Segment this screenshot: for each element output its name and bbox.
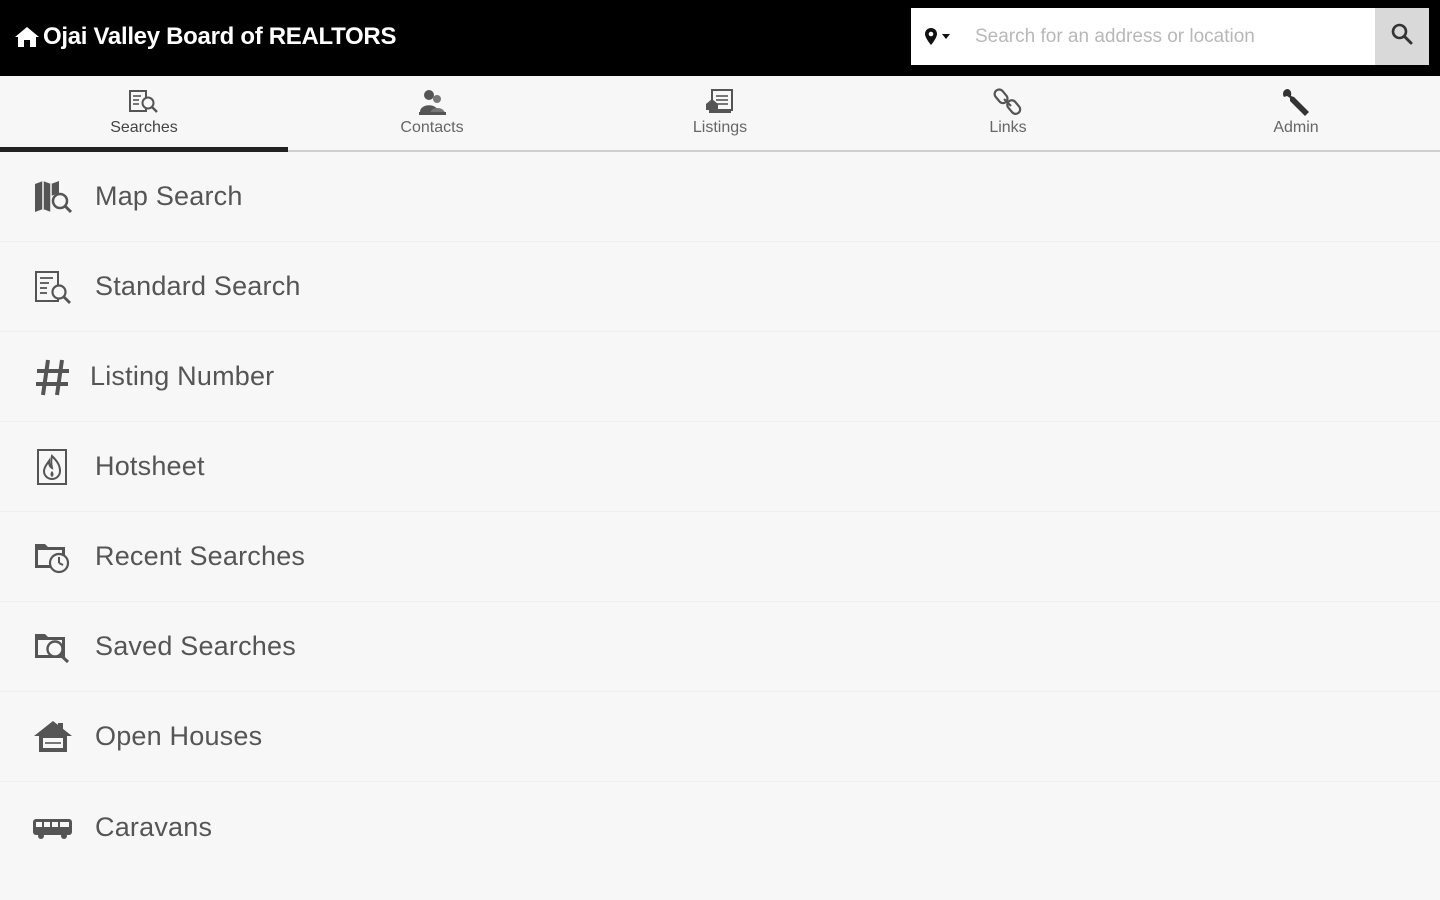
- caret-down-icon: [942, 33, 950, 40]
- links-icon: [990, 86, 1026, 118]
- hash-icon: [32, 356, 74, 398]
- map-pin-icon: [924, 27, 938, 47]
- brand-home-link[interactable]: Ojai Valley Board of REALTORS: [14, 21, 396, 53]
- address-search-input[interactable]: [963, 8, 1375, 65]
- magnifier-icon: [1391, 23, 1413, 50]
- menu-item-recent-searches[interactable]: Recent Searches: [0, 512, 1440, 602]
- tab-label: Searches: [110, 119, 178, 136]
- map-search-icon: [32, 176, 74, 218]
- menu-item-label: Map Search: [95, 181, 243, 211]
- caravan-icon: [32, 806, 74, 848]
- recent-searches-icon: [32, 536, 74, 578]
- menu-item-listing-number[interactable]: Listing Number: [0, 332, 1440, 422]
- standard-search-icon: [32, 266, 74, 308]
- menu-item-label: Open Houses: [95, 721, 263, 751]
- menu-item-saved-searches[interactable]: Saved Searches: [0, 602, 1440, 692]
- location-type-dropdown[interactable]: [911, 8, 963, 65]
- menu-item-standard-search[interactable]: Standard Search: [0, 242, 1440, 332]
- tab-contacts[interactable]: Contacts: [288, 76, 576, 150]
- tab-links[interactable]: Links: [864, 76, 1152, 150]
- tab-label: Contacts: [400, 119, 464, 136]
- home-icon: [14, 25, 40, 49]
- listings-icon: [702, 86, 738, 118]
- menu-item-open-houses[interactable]: Open Houses: [0, 692, 1440, 782]
- searches-menu: Map Search Standard Search Listing Numbe…: [0, 152, 1440, 872]
- top-header: Ojai Valley Board of REALTORS: [0, 0, 1440, 76]
- wrench-icon: [1278, 86, 1314, 118]
- hotsheet-icon: [32, 446, 74, 488]
- searches-icon: [126, 86, 162, 118]
- saved-searches-icon: [32, 626, 74, 668]
- menu-item-label: Listing Number: [90, 361, 275, 391]
- tab-label: Admin: [1273, 119, 1319, 136]
- main-tab-bar: Searches Contacts Listings Links Admin: [0, 76, 1440, 152]
- menu-item-label: Caravans: [95, 811, 213, 842]
- tab-listings[interactable]: Listings: [576, 76, 864, 150]
- menu-item-label: Recent Searches: [95, 541, 306, 571]
- tab-searches[interactable]: Searches: [0, 76, 288, 152]
- open-house-icon: [32, 716, 74, 758]
- tab-label: Links: [989, 119, 1027, 136]
- menu-item-label: Saved Searches: [95, 631, 296, 661]
- search-button[interactable]: [1375, 8, 1429, 65]
- menu-item-hotsheet[interactable]: Hotsheet: [0, 422, 1440, 512]
- menu-item-caravans[interactable]: Caravans: [0, 782, 1440, 872]
- app-title: Ojai Valley Board of REALTORS: [43, 23, 397, 50]
- tab-admin[interactable]: Admin: [1152, 76, 1440, 150]
- tab-label: Listings: [692, 119, 748, 136]
- menu-item-map-search[interactable]: Map Search: [0, 152, 1440, 242]
- menu-item-label: Standard Search: [95, 271, 301, 301]
- location-search-box: [911, 8, 1429, 65]
- menu-item-label: Hotsheet: [95, 451, 205, 481]
- contacts-icon: [414, 86, 450, 118]
